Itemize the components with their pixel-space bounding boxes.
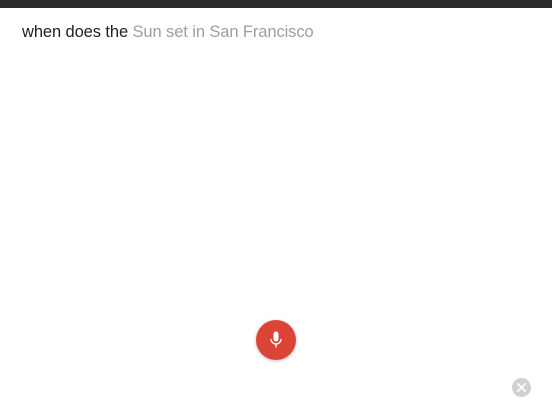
query-partial-text: Sun set in San Francisco [132, 23, 314, 41]
close-button[interactable] [512, 378, 531, 397]
voice-search-screen: when does the Sun set in San Francisco [0, 0, 552, 414]
microphone-icon [269, 331, 283, 349]
close-icon [517, 383, 526, 392]
microphone-button[interactable] [256, 320, 296, 360]
query-final-text: when does the [22, 23, 129, 41]
status-bar [0, 0, 552, 8]
voice-query-transcript: when does the Sun set in San Francisco [22, 22, 314, 42]
